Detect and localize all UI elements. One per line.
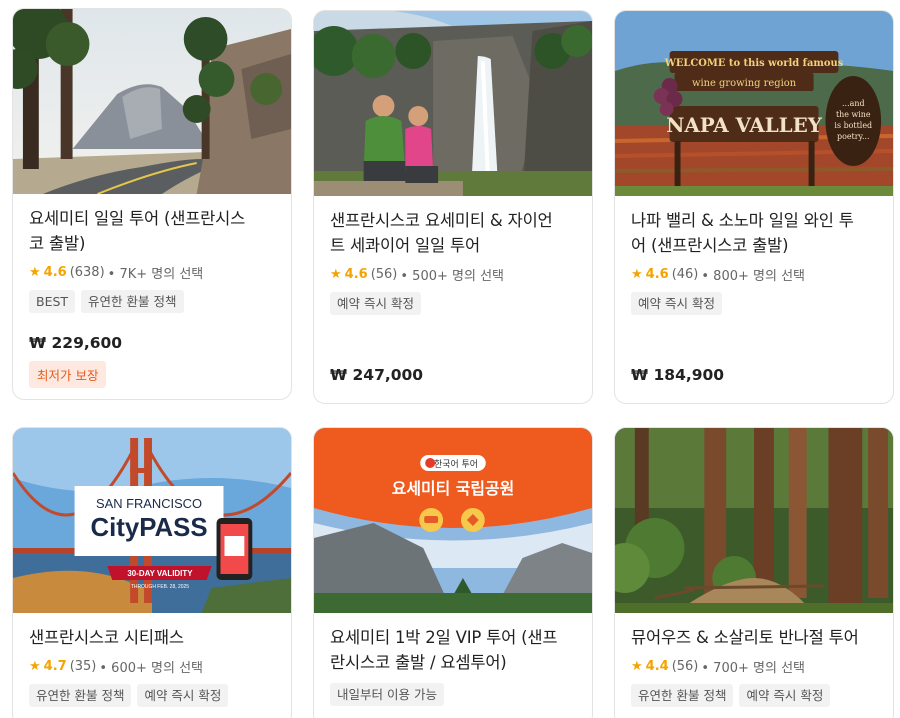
star-icon: ★ bbox=[29, 659, 41, 674]
popularity-text: • 700+ 명의 선택 bbox=[701, 661, 805, 676]
review-count: (46) bbox=[671, 267, 699, 282]
product-card-yosemite-sequoia-tour[interactable]: 샌프란시스코 요세미티 & 자이언 트 세콰이어 일일 투어 ★ 4.6 (56… bbox=[313, 10, 593, 404]
rating-row: ★ 4.4 (56) • 700+ 명의 선택 bbox=[631, 657, 877, 676]
star-icon: ★ bbox=[330, 267, 342, 282]
star-icon: ★ bbox=[29, 265, 41, 280]
title-line: 샌프란시스코 요세미티 & 자이언 bbox=[330, 211, 553, 230]
tag-best: BEST bbox=[29, 290, 76, 313]
title-line: 코 출발) bbox=[29, 234, 86, 253]
rating-score: 4.6 bbox=[645, 267, 669, 282]
product-title: 샌프란시스코 요세미티 & 자이언 트 세콰이어 일일 투어 bbox=[330, 208, 576, 258]
star-icon: ★ bbox=[631, 659, 643, 674]
title-line: 요세미티 일일 투어 (샌프란시스 bbox=[29, 209, 246, 228]
popularity-text: • 500+ 명의 선택 bbox=[400, 269, 504, 284]
tag-list: BEST 유연한 환불 정책 bbox=[29, 290, 275, 313]
product-grid: 요세미티 일일 투어 (샌프란시스 코 출발) ★ 4.6 (638) • 7K… bbox=[0, 0, 900, 718]
title-line: 요세미티 1박 2일 VIP 투어 (샌프 bbox=[330, 628, 558, 647]
tag-list: 예약 즉시 확정 bbox=[330, 292, 576, 315]
review-count: (56) bbox=[370, 267, 398, 282]
title-line: 트 세콰이어 일일 투어 bbox=[330, 236, 480, 255]
product-price: ₩ 229,600 bbox=[29, 334, 123, 352]
citypass-ribbon-sub: THROUGH FEB. 28, 2025 bbox=[131, 584, 189, 590]
product-title: 뮤어우즈 & 소살리토 반나절 투어 bbox=[631, 625, 877, 650]
sign-side1: ...and bbox=[842, 99, 865, 108]
promo-badge: 최저가 보장 bbox=[29, 361, 107, 388]
product-card-yosemite-vip-tour[interactable]: 한국어 투어 요세미티 국립공원 요세미티 1박 2일 VIP 투어 (샌프 란… bbox=[313, 427, 593, 718]
product-image-yosemite-korean-tour: 한국어 투어 요세미티 국립공원 bbox=[314, 428, 592, 613]
product-card-muir-woods-tour[interactable]: 뮤어우즈 & 소살리토 반나절 투어 ★ 4.4 (56) • 700+ 명의 … bbox=[614, 427, 894, 718]
rating-row: ★ 4.6 (638) • 7K+ 명의 선택 bbox=[29, 263, 275, 282]
tag-instant-confirm: 예약 즉시 확정 bbox=[739, 684, 831, 707]
sign-line3: NAPA VALLEY bbox=[666, 113, 822, 137]
product-title: 요세미티 일일 투어 (샌프란시스 코 출발) bbox=[29, 206, 275, 256]
product-image-yosemite-road bbox=[13, 9, 291, 194]
sign-line2: wine growing region bbox=[692, 78, 797, 89]
product-image-redwood-forest bbox=[615, 428, 893, 613]
rating-row: ★ 4.6 (46) • 800+ 명의 선택 bbox=[631, 265, 877, 284]
sign-side3: is bottled bbox=[834, 121, 872, 130]
tag-available-tomorrow: 내일부터 이용 가능 bbox=[330, 683, 444, 706]
popularity-text: • 800+ 명의 선택 bbox=[701, 269, 805, 284]
product-card-yosemite-day-tour[interactable]: 요세미티 일일 투어 (샌프란시스 코 출발) ★ 4.6 (638) • 7K… bbox=[12, 8, 292, 400]
rating-row: ★ 4.6 (56) • 500+ 명의 선택 bbox=[330, 265, 576, 284]
product-price: ₩ 184,900 bbox=[631, 366, 725, 384]
sign-side4: poetry... bbox=[837, 132, 870, 141]
tag-flexible-refund: 유연한 환불 정책 bbox=[81, 290, 184, 313]
review-count: (638) bbox=[69, 265, 105, 280]
tag-list: 유연한 환불 정책 예약 즉시 확정 bbox=[631, 684, 877, 707]
title-line: 란시스코 출발 / 요셈투어) bbox=[330, 653, 507, 672]
product-title: 샌프란시스코 시티패스 bbox=[29, 625, 275, 650]
product-title: 요세미티 1박 2일 VIP 투어 (샌프 란시스코 출발 / 요셈투어) bbox=[330, 625, 576, 675]
tag-instant-confirm: 예약 즉시 확정 bbox=[631, 292, 722, 315]
review-count: (56) bbox=[671, 659, 699, 674]
citypass-top: SAN FRANCISCO bbox=[96, 496, 202, 511]
rating-score: 4.6 bbox=[344, 267, 368, 282]
product-title: 나파 밸리 & 소노마 일일 와인 투 어 (샌프란시스코 출발) bbox=[631, 208, 877, 258]
title-line: 나파 밸리 & 소노마 일일 와인 투 bbox=[631, 211, 854, 230]
product-price: ₩ 247,000 bbox=[330, 366, 424, 384]
review-count: (35) bbox=[69, 659, 97, 674]
rating-row: ★ 4.7 (35) • 600+ 명의 선택 bbox=[29, 657, 275, 676]
product-image-napa-sign: WELCOME to this world famous wine growin… bbox=[615, 11, 893, 196]
tag-flexible-refund: 유연한 환불 정책 bbox=[29, 684, 132, 707]
product-image-citypass: SAN FRANCISCO CityPASS 30-DAY VALIDITY T… bbox=[13, 428, 291, 613]
product-card-sf-citypass[interactable]: SAN FRANCISCO CityPASS 30-DAY VALIDITY T… bbox=[12, 427, 292, 718]
sign-side2: the wine bbox=[836, 110, 871, 119]
title-line: 샌프란시스코 시티패스 bbox=[29, 628, 184, 647]
product-image-waterfall bbox=[314, 11, 592, 196]
tag-list: 예약 즉시 확정 bbox=[631, 292, 877, 315]
korean-tour-badge: 한국어 투어 bbox=[434, 459, 478, 470]
product-card-napa-wine-tour[interactable]: WELCOME to this world famous wine growin… bbox=[614, 10, 894, 404]
popularity-text: • 7K+ 명의 선택 bbox=[107, 267, 204, 282]
rating-score: 4.6 bbox=[43, 265, 67, 280]
sign-line1: WELCOME to this world famous bbox=[664, 58, 844, 69]
rating-score: 4.7 bbox=[43, 659, 67, 674]
rating-score: 4.4 bbox=[645, 659, 669, 674]
yosemite-headline: 요세미티 국립공원 bbox=[392, 479, 514, 498]
tag-flexible-refund: 유연한 환불 정책 bbox=[631, 684, 734, 707]
citypass-main: CityPASS bbox=[90, 514, 207, 542]
popularity-text: • 600+ 명의 선택 bbox=[99, 661, 203, 676]
star-icon: ★ bbox=[631, 267, 643, 282]
tag-instant-confirm: 예약 즉시 확정 bbox=[330, 292, 421, 315]
tag-list: 내일부터 이용 가능 bbox=[330, 683, 576, 706]
title-line: 뮤어우즈 & 소살리토 반나절 투어 bbox=[631, 628, 859, 647]
title-line: 어 (샌프란시스코 출발) bbox=[631, 236, 789, 255]
tag-list: 유연한 환불 정책 예약 즉시 확정 bbox=[29, 684, 275, 707]
tag-instant-confirm: 예약 즉시 확정 bbox=[137, 684, 229, 707]
citypass-ribbon: 30-DAY VALIDITY bbox=[127, 569, 193, 578]
